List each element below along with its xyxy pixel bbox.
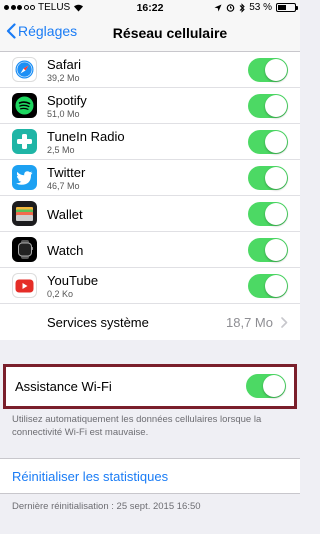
alarm-icon — [226, 4, 235, 12]
app-name: Spotify — [47, 93, 87, 108]
youtube-icon — [12, 273, 37, 298]
spotify-icon — [12, 93, 37, 118]
battery-percent: 53 % — [249, 2, 272, 13]
watch-cellular-toggle[interactable] — [248, 238, 288, 262]
reset-statistics-row[interactable]: Réinitialiser les statistiques — [0, 458, 300, 494]
system-services-row[interactable]: Services système 18,7 Mo — [0, 304, 300, 340]
app-name: Watch — [47, 243, 84, 258]
app-data-usage: 51,0 Mo — [47, 109, 80, 119]
location-icon — [214, 4, 222, 11]
tunein-radio-icon — [12, 129, 37, 154]
twitter-cellular-toggle[interactable] — [248, 166, 288, 190]
app-data-usage: 39,2 Mo — [47, 73, 80, 83]
chevron-right-icon — [281, 317, 288, 328]
wifi-assist-toggle[interactable] — [246, 374, 286, 398]
app-name: Wallet — [47, 207, 83, 222]
youtube-cellular-toggle[interactable] — [248, 274, 288, 298]
app-name: TuneIn Radio — [47, 129, 125, 144]
wifi-assist-label: Assistance Wi-Fi — [15, 379, 112, 394]
navigation-bar: Réglages Réseau cellulaire — [0, 16, 300, 52]
list-item-tunein-radio: TuneIn Radio 2,5 Mo — [0, 124, 300, 160]
system-services-label: Services système — [47, 315, 149, 330]
spotify-cellular-toggle[interactable] — [248, 94, 288, 118]
list-item-watch: Watch — [0, 232, 300, 268]
twitter-icon — [12, 165, 37, 190]
app-name: Twitter — [47, 165, 86, 180]
status-bar: TELUS 16:22 53 % — [0, 0, 300, 16]
cellular-data-app-list: Safari 39,2 Mo Spotify 51,0 Mo TuneIn Ra… — [0, 52, 300, 340]
list-item-safari: Safari 39,2 Mo — [0, 52, 300, 88]
system-services-usage: 18,7 Mo — [226, 315, 273, 330]
reset-statistics-button[interactable]: Réinitialiser les statistiques — [12, 469, 168, 484]
bluetooth-icon — [239, 2, 245, 13]
safari-cellular-toggle[interactable] — [248, 58, 288, 82]
list-item-spotify: Spotify 51,0 Mo — [0, 88, 300, 124]
list-item-youtube: YouTube 0,2 Ko — [0, 268, 300, 304]
wifi-assist-description: Utilisez automatiquement les données cel… — [12, 414, 262, 438]
status-right: 53 % — [214, 2, 298, 13]
list-item-twitter: Twitter 46,7 Mo — [0, 160, 300, 196]
battery-icon — [276, 3, 298, 12]
wallet-icon — [12, 201, 37, 226]
app-data-usage: 46,7 Mo — [47, 181, 80, 191]
page-title: Réseau cellulaire — [112, 25, 228, 41]
app-data-usage: 0,2 Ko — [47, 289, 74, 299]
wallet-cellular-toggle[interactable] — [248, 202, 288, 226]
app-data-usage: 2,5 Mo — [47, 145, 75, 155]
wifi-assist-row: Assistance Wi-Fi — [3, 364, 297, 409]
list-item-wallet: Wallet — [0, 196, 300, 232]
watch-icon — [12, 237, 37, 262]
safari-icon — [12, 57, 37, 82]
app-name: Safari — [47, 57, 81, 72]
app-name: YouTube — [47, 273, 99, 288]
tunein-radio-cellular-toggle[interactable] — [248, 130, 288, 154]
last-reset-label: Dernière réinitialisation : 25 sept. 201… — [12, 501, 201, 512]
